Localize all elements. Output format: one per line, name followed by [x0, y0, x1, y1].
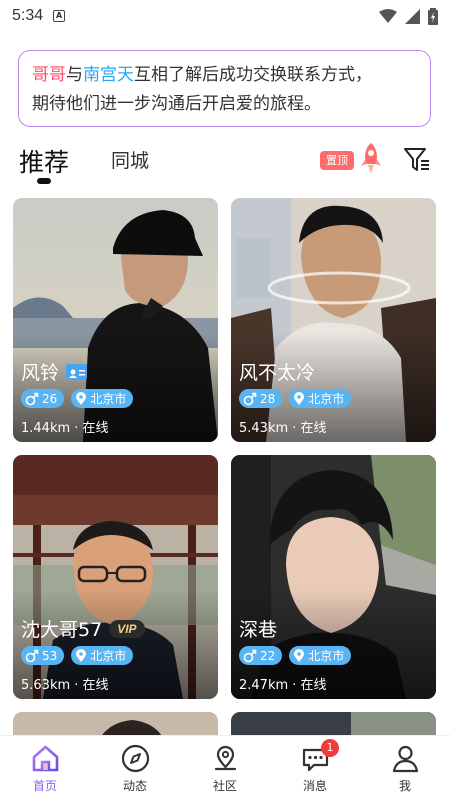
bottom-nav: 首页 动态 社区 1 消息 我: [0, 735, 450, 800]
status-icons: [379, 7, 438, 25]
vip-badge: VIP: [109, 619, 145, 638]
profile-name: 风不太冷: [239, 362, 316, 384]
profile-name-row: 深巷: [239, 615, 277, 642]
age-tag: 28: [239, 389, 283, 408]
city-tag: 北京市: [289, 389, 352, 408]
profile-name: 风铃: [21, 362, 60, 384]
notice-text-1: 互相了解后成功交换联系方式，: [134, 65, 372, 85]
age-value: 22: [260, 648, 276, 663]
nav-me[interactable]: 我: [360, 736, 450, 800]
nav-home[interactable]: 首页: [0, 736, 90, 800]
profile-tags: 26 北京市: [21, 389, 134, 408]
location-icon: [76, 391, 87, 405]
age-tag: 22: [239, 646, 283, 665]
user-icon: [392, 745, 418, 773]
location-pin-icon: [214, 745, 236, 771]
verified-id-icon: [66, 364, 88, 379]
distance-status: 1.44km · 在线: [21, 421, 109, 436]
app-screen: 5:34 A 哥哥与南宫天互相了解后成功交换联系方式， 期待他们进一步沟通后开启…: [0, 0, 450, 800]
nav-label: 首页: [32, 779, 57, 793]
city-value: 北京市: [90, 392, 127, 406]
profile-name: 深巷: [239, 619, 278, 641]
distance-status: 2.47km · 在线: [239, 678, 327, 693]
age-tag: 53: [21, 646, 65, 665]
home-icon: [32, 745, 58, 772]
city-tag: 北京市: [289, 646, 352, 665]
battery-icon: [428, 7, 438, 25]
profile-tags: 53 北京市: [21, 646, 134, 665]
profile-name-row: 风铃: [21, 358, 88, 385]
city-value: 北京市: [308, 392, 345, 406]
male-icon: [25, 392, 39, 405]
nav-label: 社区: [212, 779, 237, 793]
nav-community[interactable]: 社区: [180, 736, 270, 800]
city-tag: 北京市: [71, 389, 134, 408]
age-value: 26: [42, 391, 58, 406]
status-time: 5:34: [12, 7, 44, 24]
wifi-icon: [379, 8, 397, 23]
status-bar: 5:34 A: [0, 0, 450, 32]
filter-icon[interactable]: [403, 146, 431, 174]
age-value: 53: [42, 648, 58, 663]
app-notification-icon: A: [53, 10, 66, 22]
signal-icon: [405, 8, 420, 24]
profile-tags: 28 北京市: [239, 389, 352, 408]
notice-name-1[interactable]: 哥哥: [32, 65, 66, 85]
notice-line-1: 哥哥与南宫天互相了解后成功交换联系方式，: [32, 61, 418, 90]
nav-moments[interactable]: 动态: [90, 736, 180, 800]
location-icon: [294, 391, 305, 405]
city-value: 北京市: [308, 649, 345, 663]
rocket-icon[interactable]: [357, 142, 385, 176]
location-icon: [76, 648, 87, 662]
tab-same-city[interactable]: 同城: [111, 146, 149, 173]
nav-label: 消息: [302, 779, 327, 793]
compass-icon: [121, 744, 149, 773]
city-value: 北京市: [90, 649, 127, 663]
distance-status: 5.43km · 在线: [239, 421, 327, 436]
distance-status: 5.63km · 在线: [21, 678, 109, 693]
nav-label: 动态: [122, 779, 147, 793]
male-icon: [25, 649, 39, 662]
nav-messages[interactable]: 1 消息: [270, 736, 360, 800]
age-value: 28: [260, 391, 276, 406]
tab-active-indicator: [37, 178, 51, 184]
nav-label: 我: [398, 779, 411, 793]
age-tag: 26: [21, 389, 65, 408]
notice-line-2: 期待他们进一步沟通后开启爱的旅程。: [32, 94, 321, 114]
profile-card[interactable]: 风不太冷 28 北京市 5.43km · 在线: [231, 198, 436, 442]
notice-name-2[interactable]: 南宫天: [83, 65, 134, 85]
match-notice-banner[interactable]: 哥哥与南宫天互相了解后成功交换联系方式， 期待他们进一步沟通后开启爱的旅程。: [18, 50, 431, 127]
profile-card[interactable]: 风铃 26 北京市 1.44km · 在线: [13, 198, 218, 442]
profile-card[interactable]: 沈大哥57 VIP 53 北京市 5.63km · 在线: [13, 455, 218, 699]
male-icon: [243, 392, 257, 405]
pin-top-label[interactable]: 置顶: [320, 151, 354, 170]
location-icon: [294, 648, 305, 662]
profile-name-row: 沈大哥57 VIP: [21, 615, 145, 642]
profile-name-row: 风不太冷: [239, 358, 315, 385]
feed-tabs: 推荐 同城 置顶: [0, 140, 450, 190]
profile-tags: 22 北京市: [239, 646, 352, 665]
profile-name: 沈大哥57: [21, 619, 103, 641]
profile-card[interactable]: 深巷 22 北京市 2.47km · 在线: [231, 455, 436, 699]
male-icon: [243, 649, 257, 662]
notice-connector: 与: [66, 65, 83, 85]
city-tag: 北京市: [71, 646, 134, 665]
tab-recommend[interactable]: 推荐: [19, 143, 69, 179]
unread-badge: 1: [321, 739, 339, 757]
